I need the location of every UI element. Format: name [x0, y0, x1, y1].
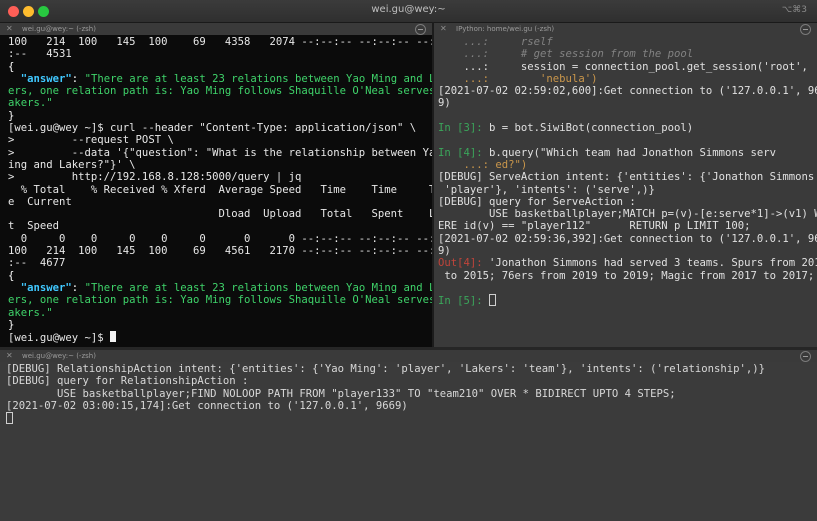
ipython-cursor	[489, 294, 497, 307]
ipython-line	[438, 282, 809, 294]
log-line: [2021-07-02 03:00:15,174]:Get connection…	[6, 399, 408, 412]
terminal-line: 100 214 100 145 100 69 4561 2170 --:--:-…	[8, 245, 432, 258]
window-shortcut-label: ⌥⌘3	[781, 5, 807, 15]
json-colon: :	[71, 72, 79, 85]
terminal-line: > --request POST \	[8, 134, 174, 147]
terminal-line: [wei.gu@wey ~]$ curl --header "Content-T…	[8, 122, 417, 135]
json-colon: :	[71, 281, 79, 294]
ipython-line: [2021-07-02 02:59:36,392]:Get connection…	[438, 232, 817, 245]
terminal-line: {	[8, 269, 15, 282]
debug-line: 'player'}, 'intents': ('serve',)}	[438, 183, 655, 196]
ipython-line	[438, 110, 809, 122]
json-key: "answer"	[20, 281, 72, 294]
ipython-pane[interactable]: ...: rself ...: # get session from the p…	[434, 35, 817, 347]
terminal-line: > http://192.168.8.128:5000/query | jq	[8, 171, 302, 184]
right-pane-close-icon[interactable]: ✕	[440, 23, 447, 35]
right-pane-header[interactable]: ✕ IPython: home/wei.gu (-zsh)	[434, 23, 817, 35]
terminal-line: e Current	[8, 195, 72, 208]
vertical-split-divider[interactable]	[432, 22, 434, 349]
bottom-terminal-pane[interactable]: [DEBUG] RelationshipAction intent: {'ent…	[0, 362, 817, 521]
ipython-prompt-marker: Out[4]:	[438, 257, 483, 270]
terminal-line: t Speed	[8, 220, 60, 233]
shell-prompt: [wei.gu@wey ~]$	[8, 332, 111, 345]
debug-line: [DEBUG] query for ServeAction :	[438, 195, 636, 208]
debug-line: USE basketballplayer;FIND NOLOOP PATH FR…	[6, 387, 676, 400]
ipython-line: ...: 'nebula')	[438, 72, 598, 85]
ipython-line: to 2015; 76ers from 2019 to 2019; Magic …	[438, 269, 817, 282]
bottom-pane-header[interactable]: ✕ wei.gu@wey:~ (-zsh)	[0, 350, 817, 362]
ipython-input-3: In [3]: b = bot.SiwiBot(connection_pool)	[438, 122, 809, 134]
window-title: wei.gu@wey:~	[371, 4, 446, 15]
bottom-pane-minimize-icon[interactable]	[800, 351, 811, 362]
ipython-code: b.query("Which team had Jonathon Simmons…	[482, 146, 777, 159]
bottom-pane-title: wei.gu@wey:~ (-zsh)	[22, 352, 96, 360]
terminal-line: > --data '{"question": "What is the rela…	[8, 146, 432, 159]
ipython-line: 9)	[438, 245, 451, 258]
ipython-code: b = bot.SiwiBot(connection_pool)	[482, 122, 694, 135]
terminal-line: 100 214 100 145 100 69 4358 2074 --:--:-…	[8, 36, 432, 48]
ipython-prompt-line[interactable]: In [5]:	[438, 294, 809, 307]
ipython-line	[438, 134, 809, 146]
debug-line: ERE id(v) == "player112" RETURN p LIMIT …	[438, 220, 751, 233]
bottom-pane-close-icon[interactable]: ✕	[6, 350, 13, 362]
right-pane-minimize-icon[interactable]	[800, 24, 811, 35]
right-pane-title: IPython: home/wei.gu (-zsh)	[456, 25, 555, 33]
bottom-terminal-cursor	[6, 412, 13, 425]
ipython-output-4: Out[4]: 'Jonathon Simmons had served 3 t…	[438, 257, 817, 270]
debug-line: USE basketballplayer;MATCH p=(v)-[e:serv…	[438, 208, 817, 221]
json-key: "answer"	[20, 72, 72, 85]
ipython-comment-line: ...: # get session from the pool	[438, 48, 694, 61]
terminal-line: }	[8, 318, 15, 331]
ipython-line: ...: ed?")	[438, 158, 528, 171]
cursor-line[interactable]	[6, 412, 809, 425]
answer-line: akers."	[8, 306, 53, 319]
ipython-prompt-marker: In [4]:	[438, 146, 483, 159]
ipython-line: ...: rself	[438, 36, 553, 48]
answer-line: "answer": "There are at least 23 relatio…	[20, 72, 432, 85]
left-pane-title: wei.gu@wey:~ (-zsh)	[22, 25, 96, 33]
prompt-line[interactable]: [wei.gu@wey ~]$	[8, 331, 424, 344]
answer-line: ers, one relation path is: Yao Ming foll…	[8, 85, 432, 98]
debug-line: [DEBUG] query for RelationshipAction :	[6, 375, 249, 388]
ipython-input-5: In [5]:	[438, 295, 490, 308]
left-pane-header[interactable]: ✕ wei.gu@wey:~ (-zsh)	[0, 23, 432, 35]
debug-line: [DEBUG] RelationshipAction intent: {'ent…	[6, 363, 765, 375]
window-titlebar[interactable]: wei.gu@wey:~ ⌥⌘3	[0, 0, 817, 23]
terminal-line: % Total % Received % Xferd Average Speed…	[8, 183, 432, 196]
ipython-line: 9)	[438, 97, 451, 110]
left-terminal-pane[interactable]: 100 214 100 145 100 69 4358 2074 --:--:-…	[0, 35, 432, 347]
ipython-prompt-marker: In [3]:	[438, 122, 483, 135]
ipython-code: 'Jonathon Simmons had served 3 teams. Sp…	[482, 257, 817, 270]
ipython-input-4: In [4]: b.query("Which team had Jonathon…	[438, 147, 809, 159]
terminal-line: :-- 4677	[8, 257, 66, 270]
debug-line: [DEBUG] ServeAction intent: {'entities':…	[438, 171, 817, 184]
answer-line: akers."	[8, 97, 53, 110]
terminal-cursor	[110, 331, 117, 343]
left-pane-close-icon[interactable]: ✕	[6, 23, 13, 35]
answer-line: "answer": "There are at least 23 relatio…	[20, 281, 432, 294]
ipython-line: ...: session = connection_pool.get_sessi…	[438, 60, 808, 73]
terminal-line: :-- 4531	[8, 48, 72, 61]
left-pane-minimize-icon[interactable]	[415, 24, 426, 35]
terminal-line: ing and Lakers?"}' \	[8, 158, 136, 171]
terminal-window: wei.gu@wey:~ ⌥⌘3 ✕ wei.gu@wey:~ (-zsh) ✕…	[0, 0, 817, 521]
terminal-line: {	[8, 60, 15, 73]
terminal-line: }	[8, 109, 15, 122]
terminal-line: Dload Upload Total Spent Lef	[8, 208, 432, 221]
terminal-line: 0 0 0 0 0 0 0 0 --:--:-- --:--:-- --:-	[8, 232, 432, 245]
ipython-line: [2021-07-02 02:59:02,600]:Get connection…	[438, 85, 817, 98]
answer-line: ers, one relation path is: Yao Ming foll…	[8, 294, 432, 307]
